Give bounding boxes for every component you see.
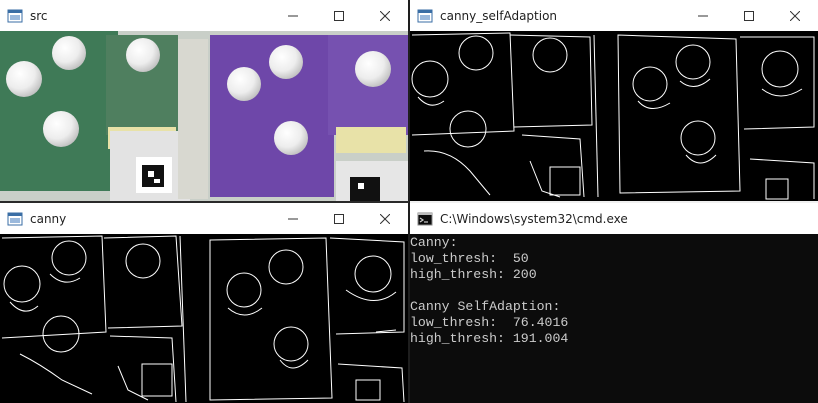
minimize-icon — [698, 11, 708, 21]
canny-selfadaption-image — [410, 31, 818, 201]
src-window: src — [0, 0, 408, 201]
canny-window: canny — [0, 203, 408, 403]
minimize-button[interactable] — [270, 203, 316, 234]
maximize-button[interactable] — [726, 0, 772, 31]
window-title: canny — [30, 211, 67, 226]
canny-image — [0, 234, 408, 403]
console-icon — [417, 211, 433, 227]
maximize-button[interactable] — [316, 0, 362, 31]
console-line: low_thresh: 50 — [410, 251, 529, 266]
minimize-icon — [288, 11, 298, 21]
minimize-icon — [288, 214, 298, 224]
app-icon — [7, 8, 23, 24]
minimize-button[interactable] — [270, 0, 316, 31]
maximize-icon — [334, 11, 344, 21]
src-image — [0, 31, 408, 201]
horizontal-divider — [0, 201, 409, 203]
maximize-button[interactable] — [316, 203, 362, 234]
window-title: canny_selfAdaption — [440, 8, 558, 23]
window-title: C:\Windows\system32\cmd.exe — [440, 211, 628, 226]
canny-selfadaption-window: canny_selfAdaption — [410, 0, 818, 201]
close-button[interactable] — [362, 0, 408, 31]
console-line: Canny: — [410, 235, 458, 250]
console-output[interactable]: Canny: low_thresh: 50 high_thresh: 200 C… — [410, 234, 818, 403]
minimize-button[interactable] — [680, 0, 726, 31]
close-button[interactable] — [362, 203, 408, 234]
app-icon — [7, 211, 23, 227]
console-line: low_thresh: 76.4016 — [410, 315, 569, 330]
src-titlebar[interactable]: src — [0, 0, 408, 31]
close-button[interactable] — [772, 0, 818, 31]
close-icon — [380, 214, 390, 224]
canny-titlebar[interactable]: canny — [0, 203, 408, 234]
console-line: high_thresh: 191.004 — [410, 331, 569, 346]
close-icon — [380, 11, 390, 21]
console-line: Canny SelfAdaption: — [410, 299, 561, 314]
app-icon — [417, 8, 433, 24]
cmd-window: C:\Windows\system32\cmd.exe Canny: low_t… — [410, 203, 818, 403]
cmd-titlebar[interactable]: C:\Windows\system32\cmd.exe — [410, 203, 818, 234]
window-title: src — [30, 8, 48, 23]
close-icon — [790, 11, 800, 21]
maximize-icon — [334, 214, 344, 224]
maximize-icon — [744, 11, 754, 21]
canny-selfadaption-titlebar[interactable]: canny_selfAdaption — [410, 0, 818, 31]
console-line: high_thresh: 200 — [410, 267, 537, 282]
